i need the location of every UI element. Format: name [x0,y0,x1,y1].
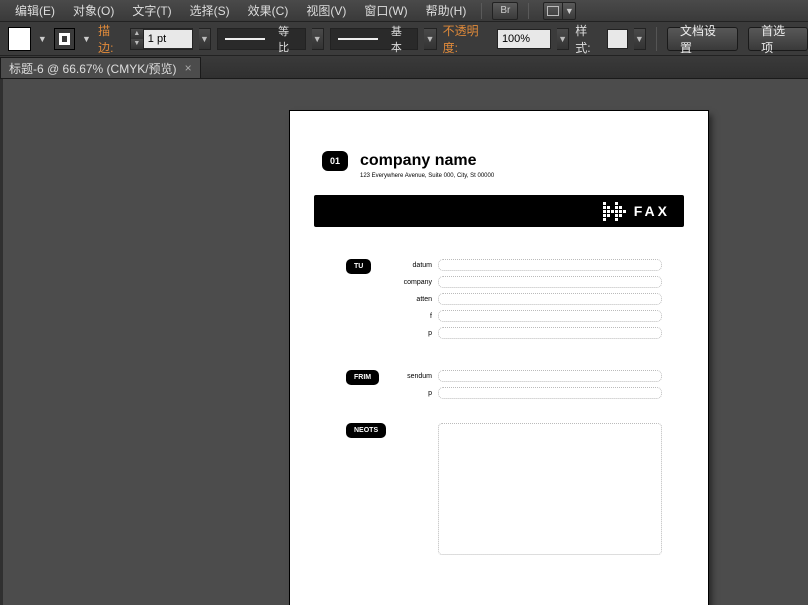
doc-field-row: f [390,310,662,322]
doc-field-box [438,310,662,322]
doc-pill-tu: TU [346,259,371,274]
canvas[interactable]: 01 company name 123 Everywhere Avenue, S… [0,79,808,605]
document-tab[interactable]: 标题-6 @ 66.67% (CMYK/预览) × [0,57,201,78]
chevron-down-icon[interactable]: ▼ [563,2,576,20]
doc-field-box [438,293,662,305]
menu-window[interactable]: 窗口(W) [355,0,416,22]
preferences-button[interactable]: 首选项 [748,27,808,51]
doc-pill-frim: FRIM [346,370,379,385]
menu-edit[interactable]: 编辑(E) [6,0,64,22]
doc-field-box [438,370,662,382]
divider [528,3,529,19]
menu-select[interactable]: 选择(S) [181,0,239,22]
layout-icon [543,2,563,20]
menu-help[interactable]: 帮助(H) [417,0,476,22]
doc-pill-neots: NEOTS [346,423,386,438]
menu-text[interactable]: 文字(T) [123,0,180,22]
menu-object[interactable]: 对象(O) [64,0,123,22]
divider [656,27,657,51]
fill-swatch[interactable] [8,27,31,51]
divider [481,3,482,19]
artboard[interactable]: 01 company name 123 Everywhere Avenue, S… [290,111,708,605]
doc-field-row: atten [390,293,662,305]
doc-field-label: p [390,330,438,337]
doc-title-bar: FAX [314,195,684,227]
doc-field-box [438,327,662,339]
stroke-stepper[interactable]: ▲ ▼ [131,29,144,49]
stroke-label: 描边: [98,22,124,56]
doc-field-row: p [390,387,662,399]
stroke-swatch[interactable] [54,28,75,50]
document-setup-button[interactable]: 文档设置 [667,27,738,51]
doc-field-box [438,387,662,399]
control-bar: ▼ ▼ 描边: ▲ ▼ ▼ 等比 ▼ 基本 ▼ 不透明度: ▼ 样式: ▼ 文档… [0,22,808,56]
layout-button[interactable]: ▼ [543,2,576,20]
doc-field-label: p [390,390,438,397]
opacity-dropdown[interactable]: ▼ [557,28,569,50]
doc-field-row: sendum [390,370,662,382]
stroke-swatch-dropdown[interactable]: ▼ [81,28,92,50]
brush-profile-preview [331,29,385,49]
style-dropdown[interactable]: ▼ [634,28,646,50]
bridge-button[interactable]: Br [492,2,518,20]
doc-fax-label: FAX [634,203,670,219]
opacity-field[interactable] [497,29,551,49]
menu-effect[interactable]: 效果(C) [239,0,298,22]
doc-field-label: f [390,313,438,320]
tab-bar: 标题-6 @ 66.67% (CMYK/预览) × [0,56,808,79]
stroke-value-field[interactable] [144,30,192,48]
doc-field-box [438,259,662,271]
doc-company-name: company name [360,152,476,170]
stroke-profile[interactable]: 等比 [217,28,306,50]
opacity-input[interactable] [497,29,551,49]
doc-field-row: datum [390,259,662,271]
doc-field-label: datum [390,262,438,269]
style-label: 样式: [575,22,601,56]
brush-profile-label: 基本 [385,23,417,55]
stroke-profile-dropdown[interactable]: ▼ [312,28,324,50]
menu-view[interactable]: 视图(V) [297,0,355,22]
doc-field-row: company [390,276,662,288]
brush-profile-dropdown[interactable]: ▼ [424,28,436,50]
style-swatch[interactable] [607,29,628,49]
fill-swatch-dropdown[interactable]: ▼ [37,28,48,50]
arrow-icon [603,202,626,221]
doc-header: 01 company name 123 Everywhere Avenue, S… [322,151,476,171]
document-tab-title: 标题-6 @ 66.67% (CMYK/预览) [9,60,177,77]
opacity-label: 不透明度: [443,22,491,56]
close-icon[interactable]: × [185,61,192,75]
doc-field-row: p [390,327,662,339]
doc-header-number: 01 [322,151,348,171]
doc-field-box [438,276,662,288]
doc-address: 123 Everywhere Avenue, Suite 000, City, … [360,173,494,179]
doc-field-label: sendum [390,373,438,380]
stroke-profile-label: 等比 [272,23,304,55]
stepper-up-icon[interactable]: ▲ [131,29,143,39]
doc-field-label: company [390,279,438,286]
canvas-edge [0,79,3,605]
stroke-profile-preview [218,29,272,49]
menu-bar: 编辑(E) 对象(O) 文字(T) 选择(S) 效果(C) 视图(V) 窗口(W… [0,0,808,22]
doc-notes-box [438,423,662,555]
stroke-input[interactable]: ▲ ▼ [130,28,193,50]
brush-profile[interactable]: 基本 [330,28,419,50]
stepper-down-icon[interactable]: ▼ [131,39,143,49]
doc-field-label: atten [390,296,438,303]
stroke-value-dropdown[interactable]: ▼ [199,28,211,50]
